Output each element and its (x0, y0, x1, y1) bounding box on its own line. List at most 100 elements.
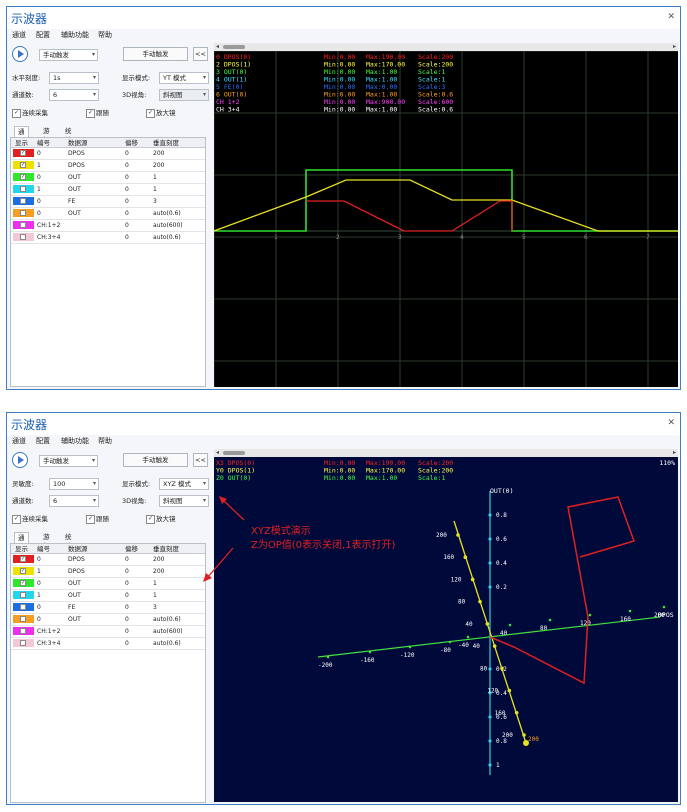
collapse-button[interactable]: << (193, 453, 208, 467)
table-row[interactable]: CH:1+2 0 auto(600) (11, 626, 205, 638)
tab-stats[interactable]: 统计 (62, 126, 75, 144)
channels-select[interactable]: 6 ▾ (49, 89, 99, 101)
visibility-checkbox[interactable] (20, 210, 26, 216)
visibility-checkbox[interactable] (20, 186, 26, 192)
visibility-checkbox[interactable] (20, 628, 26, 634)
channel-color-swatch[interactable]: ✓ (13, 149, 34, 157)
channel-color-swatch[interactable] (13, 209, 34, 217)
trigger-mode-select[interactable]: 手动触发 ▾ (39, 455, 98, 467)
visibility-checkbox[interactable] (20, 616, 26, 622)
xyz-plot[interactable]: ◂ ▸ 110% X3 DPOS(0) Min:0.00 Max:190.00 Scal… (214, 449, 678, 802)
close-icon[interactable]: ✕ (667, 12, 675, 22)
channels-select[interactable]: 6 ▾ (49, 495, 99, 507)
table-row[interactable]: CH:3+4 0 auto(0.6) (11, 638, 205, 650)
menu-config[interactable]: 配置 (36, 30, 50, 40)
scale-select[interactable]: 1s ▾ (49, 72, 99, 84)
table-row[interactable]: 0 FE 0 3 (11, 196, 205, 208)
series-dpos0 (306, 200, 513, 232)
sensitivity-select[interactable]: 100 ▾ (49, 478, 99, 490)
visibility-checkbox[interactable]: ✓ (20, 150, 26, 156)
table-row[interactable]: ✓ 0 OUT 0 1 (11, 578, 205, 590)
view3d-select[interactable]: 斜视图 ▾ (159, 89, 209, 101)
collapse-button[interactable]: << (193, 47, 208, 61)
visibility-checkbox[interactable]: ✓ (20, 174, 26, 180)
play-icon[interactable] (12, 46, 28, 62)
channel-color-swatch[interactable] (13, 603, 34, 611)
tab-channel[interactable]: 通道号 (14, 126, 29, 154)
display-mode-select[interactable]: YT 模式 ▾ (159, 72, 209, 84)
horizontal-scrollbar[interactable]: ◂ ▸ (214, 449, 678, 457)
visibility-checkbox[interactable] (20, 234, 26, 240)
tab-cursor[interactable]: 游标 (40, 532, 53, 550)
visibility-checkbox[interactable] (20, 604, 26, 610)
sensitivity-label: 灵敏度: (12, 480, 34, 488)
visibility-checkbox[interactable] (20, 222, 26, 228)
table-row[interactable]: ✓ 1 DPOS 0 200 (11, 566, 205, 578)
channel-color-swatch[interactable] (13, 221, 34, 229)
channel-color-swatch[interactable]: ✓ (13, 567, 34, 575)
tab-channel[interactable]: 通道号 (14, 532, 29, 560)
waveform-plot[interactable]: ◂ ▸ 12345670 DPOS(0) Min:0.00 Max:190.00 Sca… (214, 43, 678, 387)
scroll-thumb[interactable] (223, 451, 245, 455)
table-row[interactable]: ✓ 0 DPOS 0 200 (11, 554, 205, 566)
play-icon[interactable] (12, 452, 28, 468)
menu-tools[interactable]: 辅助功能 (61, 30, 89, 40)
menu-config[interactable]: 配置 (36, 436, 50, 446)
cell-off: 0 (125, 162, 129, 169)
continuous-checkbox[interactable]: 连续采集 (12, 108, 48, 118)
table-row[interactable]: 1 OUT 0 1 (11, 184, 205, 196)
channel-color-swatch[interactable]: ✓ (13, 555, 34, 563)
horizontal-scrollbar[interactable]: ◂ ▸ (214, 43, 678, 51)
table-row[interactable]: ✓ 0 OUT 0 1 (11, 172, 205, 184)
table-row[interactable]: 0 FE 0 3 (11, 602, 205, 614)
close-icon[interactable]: ✕ (667, 418, 675, 428)
menu-channel[interactable]: 通道 (12, 436, 26, 446)
table-row[interactable]: CH:1+2 0 auto(600) (11, 220, 205, 232)
channel-color-swatch[interactable]: ✓ (13, 161, 34, 169)
follow-checkbox[interactable]: 跟随 (86, 514, 109, 524)
table-row[interactable]: ✓ 0 DPOS 0 200 (11, 148, 205, 160)
channel-color-swatch[interactable]: ✓ (13, 579, 34, 587)
channel-color-swatch[interactable]: ✓ (13, 173, 34, 181)
cell-off: 0 (125, 186, 129, 193)
continuous-checkbox[interactable]: 连续采集 (12, 514, 48, 524)
channel-color-swatch[interactable] (13, 233, 34, 241)
table-row[interactable]: 1 OUT 0 1 (11, 590, 205, 602)
channel-color-swatch[interactable] (13, 639, 34, 647)
visibility-checkbox[interactable] (20, 592, 26, 598)
menu-help[interactable]: 帮助 (98, 436, 112, 446)
visibility-checkbox[interactable] (20, 198, 26, 204)
x-tick-label: 40 (500, 630, 508, 637)
channel-color-swatch[interactable] (13, 615, 34, 623)
table-row[interactable]: 0 OUT 0 auto(0.6) (11, 614, 205, 626)
view3d-select[interactable]: 斜视图 ▾ (159, 495, 209, 507)
table-row[interactable]: ✓ 1 DPOS 0 200 (11, 160, 205, 172)
table-row[interactable]: 0 OUT 0 auto(0.6) (11, 208, 205, 220)
visibility-checkbox[interactable]: ✓ (20, 556, 26, 562)
display-mode-select[interactable]: XYZ 模式 ▾ (159, 478, 209, 490)
manual-trigger-button[interactable]: 手动触发 (123, 453, 188, 467)
channel-color-swatch[interactable] (13, 591, 34, 599)
visibility-checkbox[interactable]: ✓ (20, 580, 26, 586)
visibility-checkbox[interactable]: ✓ (20, 162, 26, 168)
cell-src: DPOS (68, 150, 85, 157)
menu-channel[interactable]: 通道 (12, 30, 26, 40)
trigger-mode-select[interactable]: 手动触发 ▾ (39, 49, 98, 61)
magnifier-checkbox[interactable]: 放大镜 (146, 108, 176, 118)
channel-color-swatch[interactable] (13, 627, 34, 635)
manual-trigger-button[interactable]: 手动触发 (123, 47, 188, 61)
table-row[interactable]: CH:3+4 0 auto(0.6) (11, 232, 205, 244)
tab-stats[interactable]: 统计 (62, 532, 75, 550)
cell-src: OUT (68, 592, 81, 599)
scroll-thumb[interactable] (223, 45, 245, 49)
tab-cursor[interactable]: 游标 (40, 126, 53, 144)
y-tick-dot (470, 577, 475, 582)
menu-help[interactable]: 帮助 (98, 30, 112, 40)
follow-checkbox[interactable]: 跟随 (86, 108, 109, 118)
magnifier-checkbox[interactable]: 放大镜 (146, 514, 176, 524)
channel-color-swatch[interactable] (13, 197, 34, 205)
channel-color-swatch[interactable] (13, 185, 34, 193)
visibility-checkbox[interactable]: ✓ (20, 568, 26, 574)
visibility-checkbox[interactable] (20, 640, 26, 646)
menu-tools[interactable]: 辅助功能 (61, 436, 89, 446)
